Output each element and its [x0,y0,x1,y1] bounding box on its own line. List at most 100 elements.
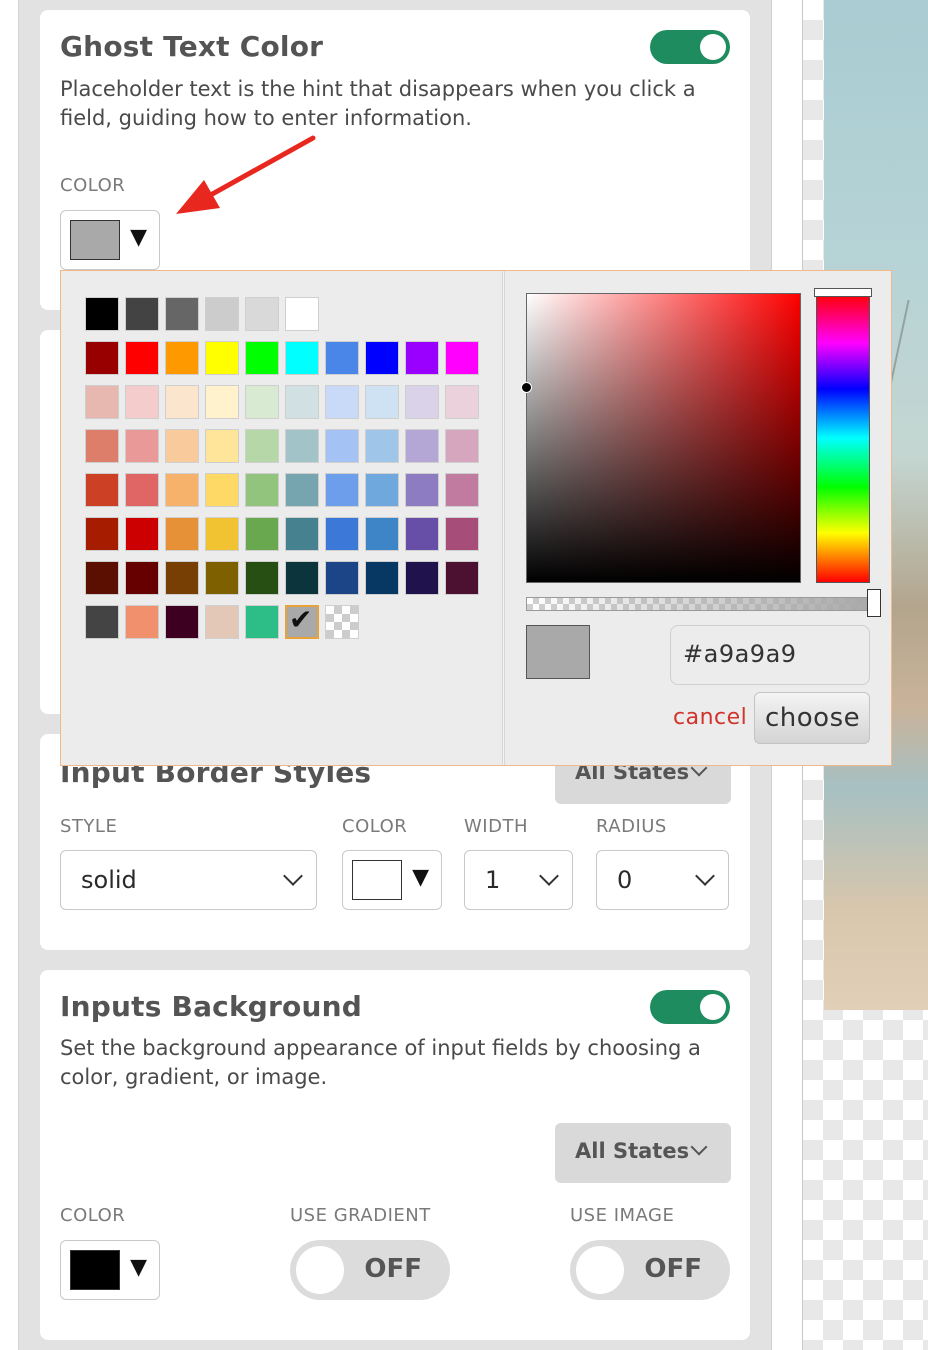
palette-swatch[interactable] [405,385,439,419]
palette-swatch[interactable] [365,561,399,595]
palette-swatch[interactable] [85,473,119,507]
palette-swatch[interactable] [365,341,399,375]
palette-swatch[interactable] [245,605,279,639]
palette-swatch[interactable] [365,385,399,419]
palette-swatch[interactable] [205,341,239,375]
hex-input[interactable]: #a9a9a9 [670,625,870,685]
use-image-toggle[interactable]: OFF [570,1240,730,1300]
palette-swatch[interactable] [165,473,199,507]
palette-swatch[interactable] [445,429,479,463]
saturation-cursor[interactable] [521,382,532,393]
palette-swatch[interactable] [245,517,279,551]
palette-swatch[interactable] [205,429,239,463]
palette-swatch[interactable] [205,517,239,551]
palette-swatch[interactable] [165,385,199,419]
hue-slider-handle[interactable] [814,288,872,297]
palette-swatch[interactable] [245,561,279,595]
palette-swatch[interactable] [165,429,199,463]
border-color-button[interactable]: ▼ [342,850,442,910]
palette-swatch[interactable] [85,517,119,551]
palette-swatch[interactable] [285,341,319,375]
hue-slider[interactable] [816,293,870,583]
palette-swatch[interactable] [365,517,399,551]
palette-swatch[interactable] [285,517,319,551]
annotation-arrow-icon [176,135,316,214]
border-radius-select[interactable]: 0 [596,850,729,910]
palette-swatch[interactable] [445,517,479,551]
palette-swatch[interactable] [165,605,199,639]
color-chip [70,1250,120,1290]
palette-swatch[interactable] [285,473,319,507]
palette-swatch[interactable] [405,429,439,463]
palette-swatch[interactable] [165,341,199,375]
palette-swatch[interactable] [245,385,279,419]
palette-swatch[interactable] [405,561,439,595]
palette-swatch[interactable] [325,385,359,419]
choose-button[interactable]: choose [754,692,870,744]
palette-swatch[interactable] [365,473,399,507]
palette-swatch[interactable] [285,561,319,595]
palette-swatch[interactable] [85,385,119,419]
palette-swatch[interactable] [125,385,159,419]
palette-swatch[interactable] [125,561,159,595]
toggle-knob [700,994,726,1020]
palette-swatch[interactable] [205,297,239,331]
palette-swatch[interactable] [85,561,119,595]
palette-swatch[interactable] [205,561,239,595]
saturation-value-area[interactable] [526,293,801,583]
palette-swatch[interactable] [165,561,199,595]
alpha-slider-handle[interactable] [867,589,881,617]
palette-swatch[interactable] [85,341,119,375]
border-width-select[interactable]: 1 [464,850,573,910]
palette-swatch[interactable] [125,605,159,639]
palette-swatch[interactable] [125,473,159,507]
palette-swatch[interactable] [325,341,359,375]
style-label: STYLE [60,816,118,837]
input-border-styles-card: Input Border Styles All States STYLE COL… [40,734,750,950]
background-states-dropdown[interactable]: All States [555,1123,731,1183]
states-label: All States [575,1139,690,1163]
palette-swatch[interactable] [325,473,359,507]
palette-swatch[interactable] [325,517,359,551]
inputs-background-toggle[interactable] [650,990,730,1024]
ghost-text-toggle[interactable] [650,30,730,64]
palette-swatch[interactable] [325,605,359,639]
palette-swatch[interactable] [85,297,119,331]
palette-swatch[interactable] [125,517,159,551]
alpha-slider[interactable] [526,597,871,611]
palette-swatch[interactable] [445,341,479,375]
palette-swatch[interactable] [125,297,159,331]
palette-swatch[interactable] [325,561,359,595]
palette-swatch[interactable] [245,297,279,331]
palette-swatch[interactable] [445,385,479,419]
palette-swatch[interactable] [205,385,239,419]
palette-swatch[interactable] [125,341,159,375]
palette-swatch[interactable] [205,605,239,639]
palette-swatch[interactable] [165,297,199,331]
palette-swatch[interactable] [405,341,439,375]
palette-swatch[interactable] [325,429,359,463]
use-gradient-toggle[interactable]: OFF [290,1240,450,1300]
palette-swatch[interactable] [245,341,279,375]
palette-swatch[interactable] [165,517,199,551]
caret-down-icon: ▼ [130,1255,147,1280]
border-style-select[interactable]: solid [60,850,317,910]
palette-swatch[interactable] [205,473,239,507]
palette-swatch[interactable] [365,429,399,463]
palette-swatch[interactable] [285,297,319,331]
palette-swatch[interactable] [285,429,319,463]
cancel-link[interactable]: cancel [673,705,747,730]
palette-swatch[interactable] [85,605,119,639]
palette-swatch[interactable] [445,473,479,507]
palette-swatch[interactable] [405,517,439,551]
palette-swatch[interactable] [445,561,479,595]
palette-swatch[interactable]: ✔ [285,603,319,639]
palette-swatch[interactable] [85,429,119,463]
ghost-text-color-button[interactable]: ▼ [60,210,160,270]
background-color-button[interactable]: ▼ [60,1240,160,1300]
palette-swatch[interactable] [245,473,279,507]
palette-swatch[interactable] [245,429,279,463]
palette-swatch[interactable] [405,473,439,507]
palette-swatch[interactable] [285,385,319,419]
palette-swatch[interactable] [125,429,159,463]
